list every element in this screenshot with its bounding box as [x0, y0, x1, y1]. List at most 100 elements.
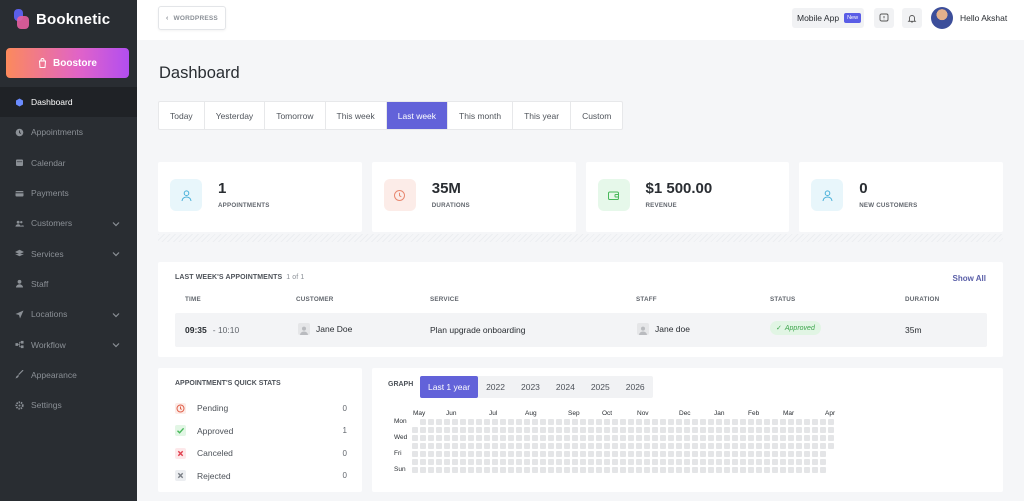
heatmap-cell[interactable] [804, 419, 810, 425]
heatmap-cell[interactable] [436, 419, 442, 425]
heatmap-cell[interactable] [620, 451, 626, 457]
heatmap-cell[interactable] [492, 467, 498, 473]
heatmap-cell[interactable] [420, 435, 426, 441]
heatmap-cell[interactable] [684, 419, 690, 425]
heatmap-cell[interactable] [532, 435, 538, 441]
heatmap-cell[interactable] [708, 427, 714, 433]
back-to-wordpress-button[interactable]: ‹ WORDPRESS [158, 6, 226, 30]
heatmap-cell[interactable] [572, 435, 578, 441]
heatmap-cell[interactable] [508, 427, 514, 433]
heatmap-cell[interactable] [796, 435, 802, 441]
heatmap-cell[interactable] [668, 427, 674, 433]
heatmap-cell[interactable] [612, 419, 618, 425]
heatmap-cell[interactable] [508, 435, 514, 441]
heatmap-cell[interactable] [700, 435, 706, 441]
heatmap-cell[interactable] [748, 419, 754, 425]
heatmap-cell[interactable] [708, 443, 714, 449]
sidebar-item-workflow[interactable]: Workflow [0, 329, 137, 359]
heatmap-cell[interactable] [644, 427, 650, 433]
heatmap-cell[interactable] [644, 435, 650, 441]
heatmap-cell[interactable] [732, 459, 738, 465]
heatmap-cell[interactable] [668, 443, 674, 449]
sidebar-item-staff[interactable]: Staff [0, 269, 137, 299]
heatmap-cell[interactable] [628, 451, 634, 457]
heatmap-cell[interactable] [444, 451, 450, 457]
heatmap-cell[interactable] [676, 443, 682, 449]
heatmap-cell[interactable] [468, 459, 474, 465]
heatmap-cell[interactable] [548, 419, 554, 425]
heatmap-cell[interactable] [684, 443, 690, 449]
heatmap-cell[interactable] [804, 459, 810, 465]
heatmap-cell[interactable] [444, 467, 450, 473]
heatmap-cell[interactable] [636, 459, 642, 465]
sidebar-item-payments[interactable]: Payments [0, 178, 137, 208]
heatmap-cell[interactable] [764, 459, 770, 465]
heatmap-cell[interactable] [500, 419, 506, 425]
heatmap-cell[interactable] [596, 451, 602, 457]
heatmap-cell[interactable] [596, 443, 602, 449]
heatmap-cell[interactable] [804, 435, 810, 441]
heatmap-cell[interactable] [580, 427, 586, 433]
tab-yesterday[interactable]: Yesterday [205, 102, 266, 129]
heatmap-cell[interactable] [444, 427, 450, 433]
heatmap-cell[interactable] [684, 459, 690, 465]
heatmap-cell[interactable] [724, 451, 730, 457]
heatmap-cell[interactable] [516, 451, 522, 457]
heatmap-cell[interactable] [612, 459, 618, 465]
heatmap-cell[interactable] [772, 427, 778, 433]
heatmap-cell[interactable] [732, 451, 738, 457]
heatmap-cell[interactable] [612, 443, 618, 449]
heatmap-cell[interactable] [748, 427, 754, 433]
heatmap-cell[interactable] [740, 451, 746, 457]
heatmap-cell[interactable] [524, 427, 530, 433]
heatmap-cell[interactable] [548, 443, 554, 449]
heatmap-cell[interactable] [484, 443, 490, 449]
heatmap-cell[interactable] [756, 459, 762, 465]
heatmap-cell[interactable] [732, 443, 738, 449]
heatmap-cell[interactable] [412, 451, 418, 457]
heatmap-cell[interactable] [572, 443, 578, 449]
year-tab-last-1-year[interactable]: Last 1 year [420, 376, 479, 398]
heatmap-cell[interactable] [500, 435, 506, 441]
heatmap-cell[interactable] [780, 467, 786, 473]
year-tab-2023[interactable]: 2023 [513, 376, 548, 398]
heatmap-cell[interactable] [716, 467, 722, 473]
heatmap-cell[interactable] [676, 419, 682, 425]
heatmap-cell[interactable] [460, 459, 466, 465]
heatmap-cell[interactable] [756, 443, 762, 449]
heatmap-cell[interactable] [428, 419, 434, 425]
heatmap-cell[interactable] [436, 451, 442, 457]
heatmap-cell[interactable] [708, 451, 714, 457]
sidebar-item-appointments[interactable]: Appointments [0, 117, 137, 147]
heatmap-cell[interactable] [540, 427, 546, 433]
heatmap-cell[interactable] [668, 467, 674, 473]
heatmap-cell[interactable] [692, 419, 698, 425]
heatmap-cell[interactable] [580, 451, 586, 457]
heatmap-cell[interactable] [740, 427, 746, 433]
heatmap-cell[interactable] [716, 451, 722, 457]
heatmap-cell[interactable] [724, 459, 730, 465]
year-tab-2025[interactable]: 2025 [583, 376, 618, 398]
heatmap-cell[interactable] [612, 435, 618, 441]
heatmap-cell[interactable] [476, 427, 482, 433]
heatmap-cell[interactable] [740, 467, 746, 473]
heatmap-cell[interactable] [556, 459, 562, 465]
heatmap-cell[interactable] [628, 459, 634, 465]
heatmap-cell[interactable] [444, 435, 450, 441]
notifications-button[interactable] [902, 8, 922, 28]
heatmap-cell[interactable] [620, 419, 626, 425]
heatmap-cell[interactable] [564, 467, 570, 473]
heatmap-cell[interactable] [660, 451, 666, 457]
heatmap-cell[interactable] [580, 459, 586, 465]
heatmap-cell[interactable] [644, 451, 650, 457]
heatmap-cell[interactable] [484, 467, 490, 473]
heatmap-cell[interactable] [804, 443, 810, 449]
heatmap-cell[interactable] [436, 427, 442, 433]
heatmap-cell[interactable] [780, 459, 786, 465]
heatmap-cell[interactable] [460, 427, 466, 433]
heatmap-cell[interactable] [412, 443, 418, 449]
heatmap-cell[interactable] [748, 459, 754, 465]
heatmap-cell[interactable] [468, 451, 474, 457]
heatmap-cell[interactable] [452, 451, 458, 457]
heatmap-cell[interactable] [508, 451, 514, 457]
